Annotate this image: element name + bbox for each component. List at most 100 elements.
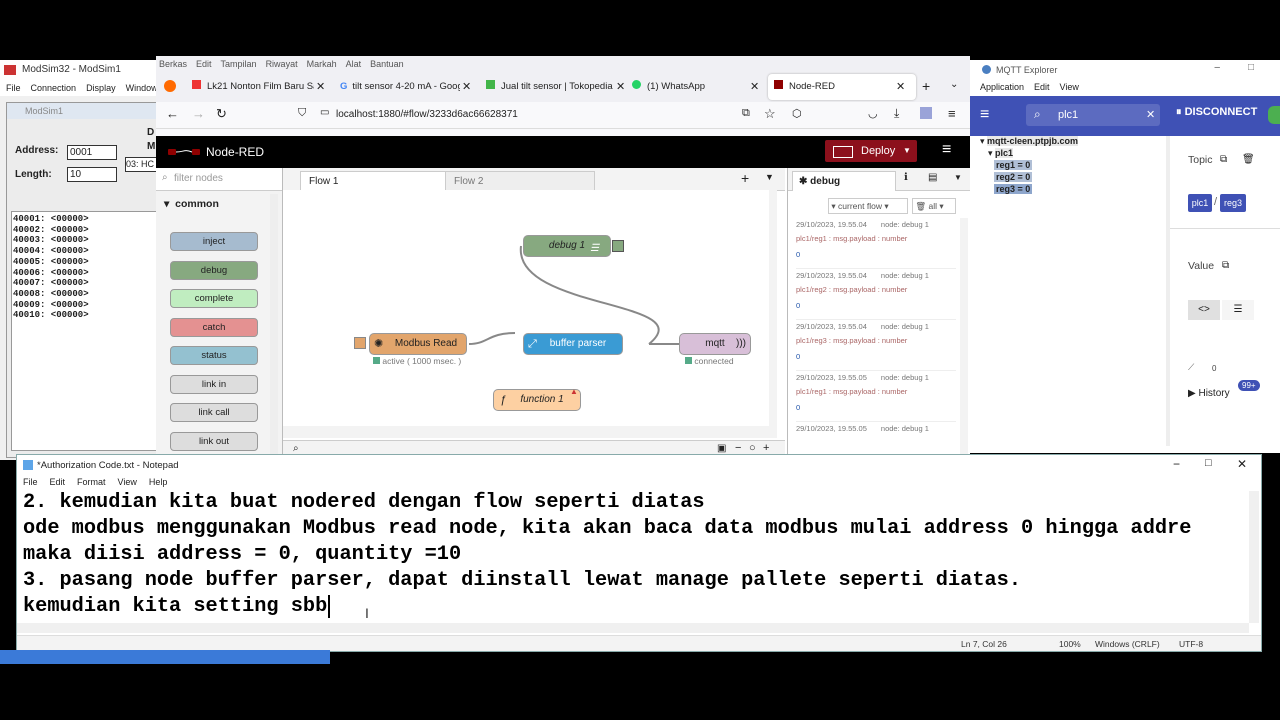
list-view-button[interactable]: ☰ xyxy=(1222,300,1254,320)
url-field[interactable]: localhost:1880/#flow/3233d6ac66628371 xyxy=(336,105,804,125)
extension-icon[interactable]: ⬡ xyxy=(792,107,802,120)
register-row[interactable]: 40005: <00000> xyxy=(13,257,158,268)
notepad-menu-format[interactable]: Format xyxy=(77,477,106,487)
menu-edit[interactable]: Edit xyxy=(196,59,212,69)
palette-filter[interactable]: ⌕ filter nodes xyxy=(156,168,282,191)
debug-toggle-button[interactable] xyxy=(612,240,624,252)
page-info-icon[interactable]: ▭ xyxy=(320,107,329,118)
debug-message[interactable]: 29/10/2023, 19.55.04 node: debug 1 plc1/re… xyxy=(796,269,956,320)
new-tab-icon[interactable]: + xyxy=(922,78,930,94)
map-icon[interactable]: ▣ xyxy=(717,443,726,454)
node-red-menu-icon[interactable]: ≡ xyxy=(942,141,951,159)
tab-lk21[interactable]: Lk21 Nonton Film Baru Saja xyxy=(192,74,314,100)
tab-google[interactable]: Gtilt sensor 4-20 mA - Google xyxy=(340,74,460,100)
modbus-toggle-button[interactable] xyxy=(354,337,366,349)
close-tab-icon[interactable]: ✕ xyxy=(616,80,625,93)
close-tab-icon[interactable]: ✕ xyxy=(462,80,471,93)
maximize-icon[interactable]: □ xyxy=(1205,457,1212,469)
zoom-in-icon[interactable]: + xyxy=(763,442,769,454)
notepad-text-area[interactable]: 2. kemudian kita buat nodered dengan flo… xyxy=(17,491,1249,623)
mqtt-explorer-window[interactable]: MQTT Explorer − □ Application Edit View … xyxy=(970,60,1280,453)
profile-icon[interactable] xyxy=(920,107,932,119)
palette-node-debug[interactable]: debug xyxy=(170,260,258,280)
minimize-icon[interactable]: − xyxy=(1173,457,1180,471)
tab-flow-1[interactable]: Flow 1 xyxy=(300,171,450,191)
register-row[interactable]: 40010: <00000> xyxy=(13,310,158,321)
mqtt-menu-view[interactable]: View xyxy=(1060,82,1079,92)
delete-icon[interactable]: 🗑 xyxy=(1242,154,1255,165)
topic-chip-plc1[interactable]: plc1 xyxy=(1188,194,1212,212)
copy-icon[interactable]: ⧉ xyxy=(1220,154,1227,165)
shield-icon[interactable]: ⛉ xyxy=(298,107,306,120)
topic-chip-reg3[interactable]: reg3 xyxy=(1220,194,1246,212)
tree-root[interactable]: ▾ mqtt-cleen.ptpjb.com xyxy=(980,136,1079,147)
modsim-menu-connection[interactable]: Connection xyxy=(31,83,77,93)
code-view-button[interactable]: <> xyxy=(1188,300,1220,320)
notepad-window[interactable]: *Authorization Code.txt - Notepad − □ ✕ … xyxy=(16,454,1262,652)
palette-category-common[interactable]: ▾ common xyxy=(164,198,219,210)
translate-icon[interactable]: ⧉ xyxy=(742,107,750,120)
debug-message[interactable]: 29/10/2023, 19.55.04 node: debug 1 plc1/re… xyxy=(796,218,956,269)
forward-icon[interactable]: → xyxy=(192,106,205,121)
palette-node-complete[interactable]: complete xyxy=(170,289,258,308)
notepad-menu-view[interactable]: View xyxy=(118,477,137,487)
menu-riwayat[interactable]: Riwayat xyxy=(266,59,298,69)
modsim-menu-window[interactable]: Window xyxy=(126,83,158,93)
palette-node-status[interactable]: status xyxy=(170,346,258,365)
menu-bantuan[interactable]: Bantuan xyxy=(370,59,404,69)
register-row[interactable]: 40006: <00000> xyxy=(13,268,158,279)
canvas-hscrollbar[interactable] xyxy=(283,426,777,438)
palette-node-inject[interactable]: inject xyxy=(170,232,258,251)
tree-reg2[interactable]: reg2 = 0 xyxy=(994,172,1033,182)
mqtt-menu-edit[interactable]: Edit xyxy=(1034,82,1050,92)
search-icon[interactable]: ⌕ xyxy=(293,443,299,454)
menu-berkas[interactable]: Berkas xyxy=(159,59,187,69)
reload-icon[interactable]: ↻ xyxy=(216,106,227,122)
node-function-1[interactable]: ƒ function 1 ▲ xyxy=(493,387,581,411)
address-field[interactable]: 0001 xyxy=(67,145,117,160)
debug-message[interactable]: 29/10/2023, 19.55.05 node: debug 1 plc1/re… xyxy=(796,371,956,422)
back-icon[interactable]: ← xyxy=(166,106,179,121)
tree-reg1[interactable]: reg1 = 0 xyxy=(994,160,1033,170)
zoom-reset-icon[interactable]: ○ xyxy=(749,442,756,454)
clear-search-icon[interactable]: ✕ xyxy=(1146,108,1155,121)
node-modbus-read[interactable]: ✺ Modbus Read xyxy=(354,333,467,355)
add-flow-icon[interactable]: + xyxy=(741,170,749,186)
modsim-menu-display[interactable]: Display xyxy=(86,83,116,93)
notepad-menu-file[interactable]: File xyxy=(23,477,38,487)
palette-node-link-out[interactable]: link out xyxy=(170,431,258,451)
bookmark-star-icon[interactable]: ☆ xyxy=(764,106,776,122)
maximize-icon[interactable]: □ xyxy=(1248,62,1254,73)
palette-node-link-in[interactable]: link in xyxy=(170,374,258,394)
notepad-menu-edit[interactable]: Edit xyxy=(50,477,66,487)
modsim-child-window[interactable]: ModSim1 Address: 0001 Length: 10 D M 03:… xyxy=(6,102,158,458)
tab-flow-2[interactable]: Flow 2 xyxy=(445,171,595,191)
history-toggle[interactable]: ▶ History xyxy=(1188,388,1230,399)
minimize-icon[interactable]: − xyxy=(1214,62,1220,74)
tree-plc1[interactable]: ▾ plc1 xyxy=(988,148,1014,159)
menu-alat[interactable]: Alat xyxy=(346,59,362,69)
menu-markah[interactable]: Markah xyxy=(307,59,337,69)
zoom-out-icon[interactable]: − xyxy=(735,442,741,454)
node-buffer-parser[interactable]: ⤢ buffer parser xyxy=(523,333,623,355)
notepad-vscrollbar[interactable] xyxy=(1249,491,1259,623)
info-icon[interactable]: ℹ xyxy=(904,172,908,183)
palette-node-catch[interactable]: catch xyxy=(170,317,258,337)
clear-all-button[interactable]: 🗑 all ▾ xyxy=(912,198,956,214)
register-row[interactable]: 40001: <00000> xyxy=(13,214,158,225)
register-row[interactable]: 40002: <00000> xyxy=(13,225,158,236)
function-select[interactable]: 03: HC xyxy=(125,157,158,172)
register-row[interactable]: 40007: <00000> xyxy=(13,278,158,289)
disconnect-button[interactable]: ⏸ DISCONNECT xyxy=(1176,106,1257,119)
menu-hamburger-icon[interactable]: ≡ xyxy=(948,106,956,121)
tab-whatsapp[interactable]: (1) WhatsApp xyxy=(632,74,752,100)
length-field[interactable]: 10 xyxy=(67,167,117,182)
tab-tokopedia[interactable]: Jual tilt sensor | Tokopedia xyxy=(486,74,614,100)
browser-window[interactable]: Berkas Edit Tampilan Riwayat Markah Alat… xyxy=(156,56,970,460)
sidebar-more-icon[interactable]: ▤ xyxy=(928,172,937,183)
notepad-hscrollbar[interactable] xyxy=(17,623,1249,633)
tree-reg3[interactable]: reg3 = 0 xyxy=(994,184,1033,194)
register-row[interactable]: 40003: <00000> xyxy=(13,235,158,246)
node-mqtt[interactable]: mqtt ))) xyxy=(679,333,751,355)
sidebar-dropdown-icon[interactable]: ▼ xyxy=(954,173,962,182)
